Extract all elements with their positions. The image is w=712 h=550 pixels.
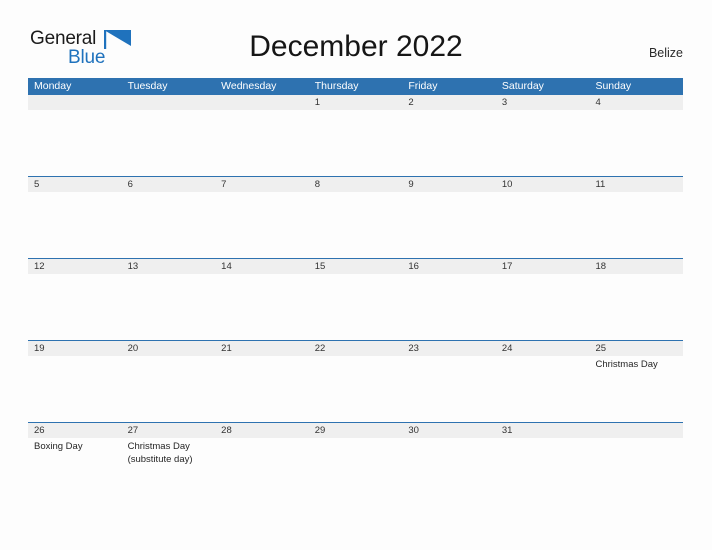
calendar-week-row: 26 27 28 29 30 31 Boxing Day Christmas Day (sub… [28,422,683,504]
day-number-11[interactable]: 11 [589,177,683,192]
weekday-header-friday: Friday [408,80,438,92]
day-number-empty [215,95,309,110]
week-date-band: 19 20 21 22 23 24 25 [28,340,683,356]
weekday-header-wednesday: Wednesday [221,80,277,92]
day-number-5[interactable]: 5 [28,177,122,192]
day-cell-empty [402,356,496,422]
day-cell-empty [309,110,403,176]
day-number-17[interactable]: 17 [496,259,590,274]
calendar-week-row: 19 20 21 22 23 24 25 Christmas Day [28,340,683,422]
day-event-26: Boxing Day [34,441,83,452]
day-number-12[interactable]: 12 [28,259,122,274]
weekday-header-row: Monday Tuesday Wednesday Thursday Friday Satu… [28,78,683,95]
day-cell-empty [215,110,309,176]
day-number-23[interactable]: 23 [402,341,496,356]
week-event-band: Boxing Day Christmas Day (substitute day) [28,438,683,504]
day-cell-empty [122,110,216,176]
day-cell-empty [28,274,122,340]
week-date-band: 26 27 28 29 30 31 [28,422,683,438]
day-cell-empty [309,356,403,422]
page-header: General Blue December 2022 Belize [0,0,712,78]
day-number-22[interactable]: 22 [309,341,403,356]
calendar-week-row: 1234 [28,95,683,176]
day-number-31[interactable]: 31 [496,423,590,438]
day-cell-empty [215,438,309,504]
day-event-25: Christmas Day [595,359,658,370]
day-number-1[interactable]: 1 [309,95,403,110]
day-number-7[interactable]: 7 [215,177,309,192]
calendar-page: General Blue December 2022 Belize Monday… [0,0,712,550]
day-number-16[interactable]: 16 [402,259,496,274]
day-number-25[interactable]: 25 [589,341,683,356]
day-cell-empty [496,110,590,176]
calendar-week-row: 5 6 7 8 9 10 11 [28,176,683,258]
day-number-10[interactable]: 10 [496,177,590,192]
day-cell-empty [589,274,683,340]
day-cell-empty [496,274,590,340]
day-cell-empty [589,110,683,176]
day-number-19[interactable]: 19 [28,341,122,356]
day-cell-empty [402,274,496,340]
day-number-4[interactable]: 4 [589,95,683,110]
day-cell-empty [402,438,496,504]
day-cell-empty [496,356,590,422]
day-cell-empty [215,274,309,340]
day-cell-empty [309,274,403,340]
day-number-3[interactable]: 3 [496,95,590,110]
day-cell-empty [215,356,309,422]
day-number-empty [28,95,122,110]
day-number-empty [589,423,683,438]
week-date-band: 1234 [28,95,683,110]
day-cell-empty [28,110,122,176]
day-number-13[interactable]: 13 [122,259,216,274]
week-event-band [28,274,683,340]
week-event-band: Christmas Day [28,356,683,422]
weekday-header-monday: Monday [34,80,72,92]
week-date-band: 12 13 14 15 16 17 18 [28,258,683,274]
day-cell-empty [28,356,122,422]
weekday-header-thursday: Thursday [314,80,359,92]
day-cell-empty [122,356,216,422]
weekday-header-tuesday: Tuesday [127,80,168,92]
day-cell-empty [402,192,496,258]
calendar-grid: Monday Tuesday Wednesday Thursday Friday Satu… [28,78,683,504]
day-number-21[interactable]: 21 [215,341,309,356]
day-number-15[interactable]: 15 [309,259,403,274]
region-label: Belize [648,46,683,60]
day-number-27[interactable]: 27 [122,423,216,438]
calendar-week-row: 12 13 14 15 16 17 18 [28,258,683,340]
day-number-2[interactable]: 2 [402,95,496,110]
day-number-18[interactable]: 18 [589,259,683,274]
day-number-24[interactable]: 24 [496,341,590,356]
week-event-band [28,192,683,258]
day-cell-empty [122,192,216,258]
day-cell-empty [402,110,496,176]
day-number-28[interactable]: 28 [215,423,309,438]
week-event-band [28,110,683,176]
day-number-29[interactable]: 29 [309,423,403,438]
week-date-band: 5 6 7 8 9 10 11 [28,176,683,192]
day-cell-empty [589,192,683,258]
page-title: December 2022 [249,30,463,63]
day-number-20[interactable]: 20 [122,341,216,356]
day-number-6[interactable]: 6 [122,177,216,192]
day-cell-empty [589,438,683,504]
day-cell-empty [28,192,122,258]
day-number-8[interactable]: 8 [309,177,403,192]
day-number-26[interactable]: 26 [28,423,122,438]
weekday-header-saturday: Saturday [501,80,544,92]
weekday-header-sunday: Sunday [595,80,632,92]
calendar-weeks: 1 2 3 4 5 6 7 8 9 10 11 12 13 14 15 16 17 18 19 20 21 22 23 24 2… [28,95,683,504]
day-number-9[interactable]: 9 [402,177,496,192]
day-cell-empty [122,274,216,340]
day-cell-empty [496,192,590,258]
day-event-27: Christmas Day (substitute day) [127,441,193,465]
day-number-30[interactable]: 30 [402,423,496,438]
day-cell-empty [309,192,403,258]
day-number-empty [122,95,216,110]
day-cell-empty [496,438,590,504]
day-cell-empty [215,192,309,258]
day-number-14[interactable]: 14 [215,259,309,274]
day-cell-empty [309,438,403,504]
